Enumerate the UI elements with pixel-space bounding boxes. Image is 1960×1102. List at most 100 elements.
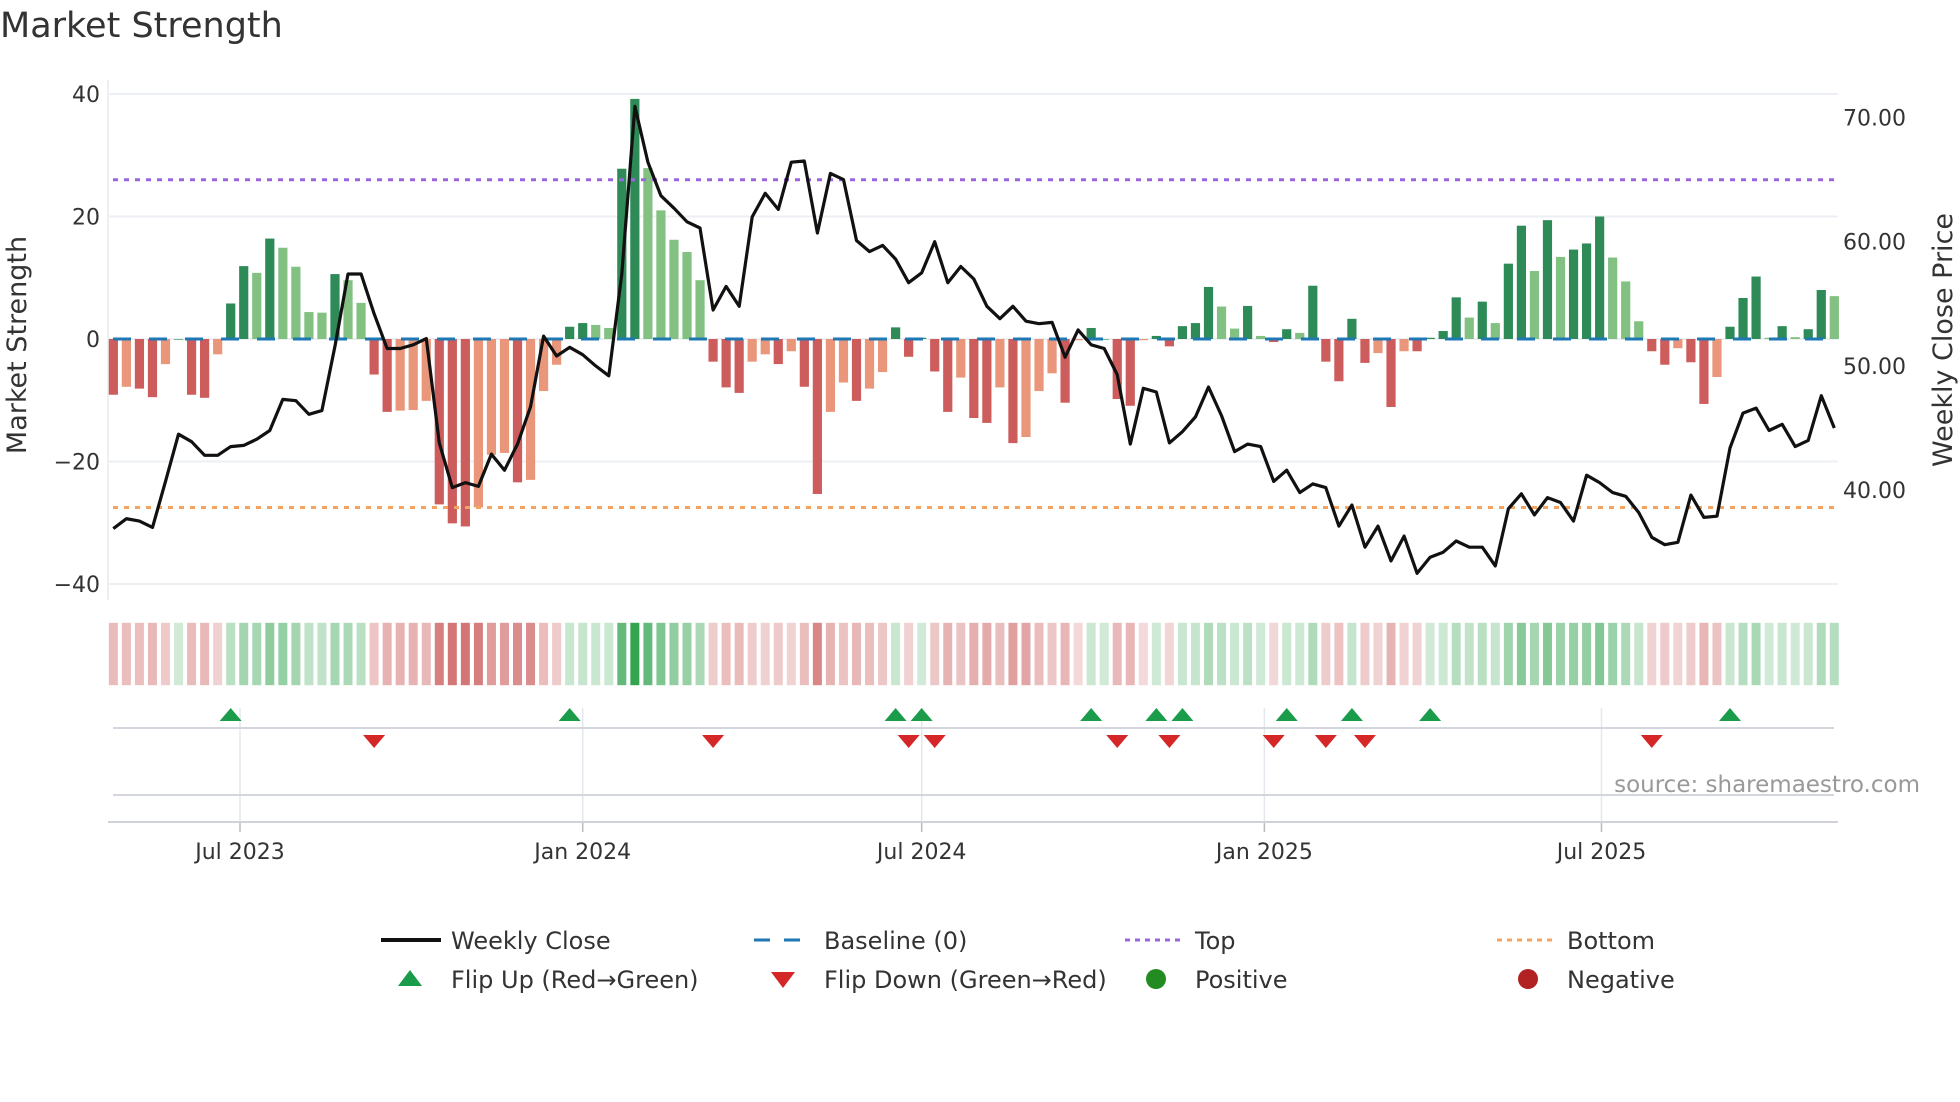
strength-bar — [864, 339, 875, 389]
strength-bar — [1516, 225, 1526, 339]
strength-bar — [1751, 276, 1761, 339]
strength-bar — [226, 303, 236, 339]
legend-label: Top — [1194, 927, 1236, 955]
strength-bar — [995, 339, 1005, 388]
heat-cell — [1710, 621, 1724, 687]
strength-bar — [1477, 301, 1487, 339]
y-tick-label: 40 — [72, 83, 100, 108]
strength-bar — [1412, 339, 1422, 352]
strength-bar — [1177, 326, 1188, 339]
strength-bar — [786, 339, 796, 352]
flip-up-marker — [219, 708, 242, 721]
y-axis-label: Market Strength — [2, 236, 33, 454]
heat-cell — [1489, 621, 1502, 687]
heat-cell — [693, 621, 707, 687]
strength-bar — [1399, 339, 1409, 352]
heat-cell — [1293, 621, 1306, 687]
legend-label: Flip Down (Green→Red) — [824, 966, 1107, 994]
heat-cell — [1736, 621, 1750, 687]
heat-cell — [511, 621, 524, 687]
strength-bar — [1373, 339, 1383, 354]
strength-bar — [1125, 339, 1135, 406]
heat-cell — [1384, 621, 1398, 687]
legend-label: Flip Up (Red→Green) — [451, 966, 699, 994]
strength-bar — [1777, 326, 1787, 339]
strength-bar — [1790, 337, 1800, 339]
strength-bar — [252, 272, 262, 339]
strength-bar — [1138, 339, 1148, 341]
heat-cell — [1697, 621, 1711, 687]
heat-cell — [1763, 621, 1776, 687]
strength-bar — [1360, 339, 1370, 363]
heat-cell — [1202, 621, 1215, 687]
flip-down-marker — [897, 735, 920, 748]
market-strength-chart: 40 20 0 −20 −40 70.00 60.00 50.00 40.00 Market St… — [2, 80, 1959, 994]
heat-cell — [733, 621, 746, 687]
heat-cell — [1645, 621, 1658, 687]
heat-cell — [120, 621, 133, 687]
strength-bar — [656, 210, 666, 339]
strength-bar — [695, 280, 705, 339]
strength-bar — [891, 327, 901, 339]
y2-tick-label: 60.00 — [1843, 231, 1906, 256]
strength-bar — [134, 339, 145, 389]
strength-bar — [1008, 339, 1018, 444]
y2-tick-label: 40.00 — [1843, 479, 1906, 504]
heat-cell — [1254, 621, 1267, 687]
strength-bar — [578, 323, 588, 339]
x-tick-label: Jul 2023 — [193, 840, 285, 865]
heat-cell — [1632, 621, 1645, 687]
strength-bar — [1451, 297, 1461, 339]
heat-cell — [1671, 621, 1684, 687]
heat-cell — [1319, 621, 1332, 687]
heat-cell — [654, 621, 668, 687]
heat-cell — [146, 621, 159, 687]
strength-bar — [1021, 339, 1031, 437]
flip-up-marker — [910, 708, 933, 721]
strength-bar — [1490, 323, 1500, 339]
strength-bar — [121, 339, 131, 387]
heat-cell — [1802, 621, 1815, 687]
heat-cell — [1124, 621, 1137, 687]
heat-cell — [472, 621, 485, 687]
strength-bar — [1647, 339, 1657, 352]
flip-down-marker — [363, 735, 386, 748]
heat-cell — [1098, 621, 1111, 687]
heat-cell — [589, 621, 602, 687]
heat-cell — [1045, 621, 1059, 687]
strength-bar — [1086, 327, 1096, 339]
heat-cell — [602, 621, 615, 687]
heat-cell — [107, 621, 120, 687]
heat-cell — [276, 621, 289, 687]
heat-cell — [1397, 621, 1411, 687]
strength-bar — [512, 339, 523, 483]
y-tick-label: 20 — [72, 206, 100, 231]
heat-cell — [615, 621, 628, 687]
heat-cell — [1502, 621, 1515, 687]
heat-cell — [1006, 621, 1020, 687]
heat-cell — [863, 621, 876, 687]
legend-label: Negative — [1567, 966, 1675, 994]
flip-up-marker — [1171, 708, 1194, 721]
flip-down-marker — [1106, 735, 1129, 748]
heat-cell — [641, 621, 654, 687]
heat-cell — [1749, 621, 1763, 687]
heat-cell — [420, 621, 433, 687]
heat-cell — [354, 621, 368, 687]
strength-bar — [1608, 257, 1618, 339]
heat-cell — [876, 621, 889, 687]
heat-cell — [1332, 621, 1345, 687]
strength-bar — [708, 339, 718, 362]
heat-cell — [367, 621, 381, 687]
strength-bar — [747, 339, 757, 362]
heat-cell — [576, 621, 589, 687]
y-tick-label: −40 — [54, 573, 100, 598]
strength-bar — [734, 339, 744, 393]
y2-axis-label: Weekly Close Price — [1928, 213, 1959, 467]
strength-bar — [1243, 305, 1253, 339]
strength-bar — [265, 238, 275, 339]
heat-cell — [1358, 621, 1372, 687]
heat-cell — [1684, 621, 1697, 687]
heat-cell — [954, 621, 967, 687]
strength-bar — [108, 339, 118, 395]
